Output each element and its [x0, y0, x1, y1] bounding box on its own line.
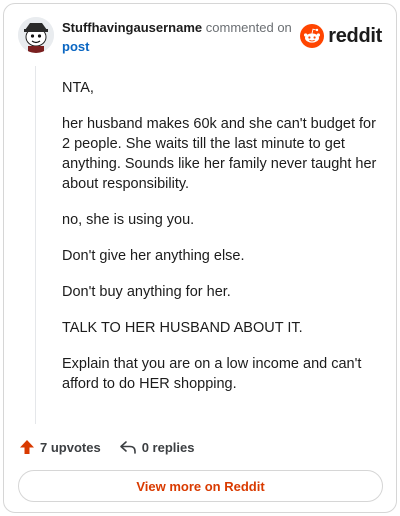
- reply-button[interactable]: 0 replies: [119, 439, 195, 455]
- embedded-comment-card: Stuffhavingausername commented on post r…: [3, 3, 397, 513]
- comment-paragraph: NTA,: [62, 80, 94, 96]
- comment-paragraph: no, she is using you.: [62, 212, 195, 228]
- upvote-count: 7 upvotes: [40, 439, 101, 455]
- post-link[interactable]: post: [62, 37, 292, 56]
- comment-body: NTA, her husband makes 60k and she can't…: [62, 78, 382, 410]
- comment-paragraph: Don't buy anything for her.: [62, 284, 231, 300]
- reply-arrow-icon: [119, 441, 136, 454]
- comment-paragraph: Explain that you are on a low income and…: [62, 356, 362, 392]
- reddit-logo[interactable]: reddit: [300, 23, 382, 49]
- upvote-button[interactable]: 7 upvotes: [19, 439, 101, 455]
- reddit-wordmark: reddit: [328, 24, 382, 47]
- upvote-arrow-icon: [20, 440, 34, 454]
- user-avatar[interactable]: [18, 17, 54, 53]
- reply-count: 0 replies: [141, 439, 195, 455]
- comment-paragraph: her husband makes 60k and she can't budg…: [62, 116, 377, 192]
- reddit-snoo-icon: [300, 24, 325, 48]
- thread-line: [35, 66, 36, 424]
- commented-on-text: commented on: [205, 20, 292, 35]
- comment-actions: 7 upvotes 0 replies: [19, 436, 212, 458]
- comment-paragraph: Don't give her anything else.: [62, 248, 245, 264]
- comment-paragraph: TALK TO HER HUSBAND ABOUT IT.: [62, 320, 303, 336]
- comment-meta: Stuffhavingausername commented on post: [62, 18, 292, 56]
- comment-header: Stuffhavingausername commented on post r…: [18, 17, 382, 57]
- username-link[interactable]: Stuffhavingausername: [62, 20, 202, 35]
- avatar-icon: [18, 17, 54, 53]
- view-more-on-reddit-button[interactable]: View more on Reddit: [18, 470, 383, 502]
